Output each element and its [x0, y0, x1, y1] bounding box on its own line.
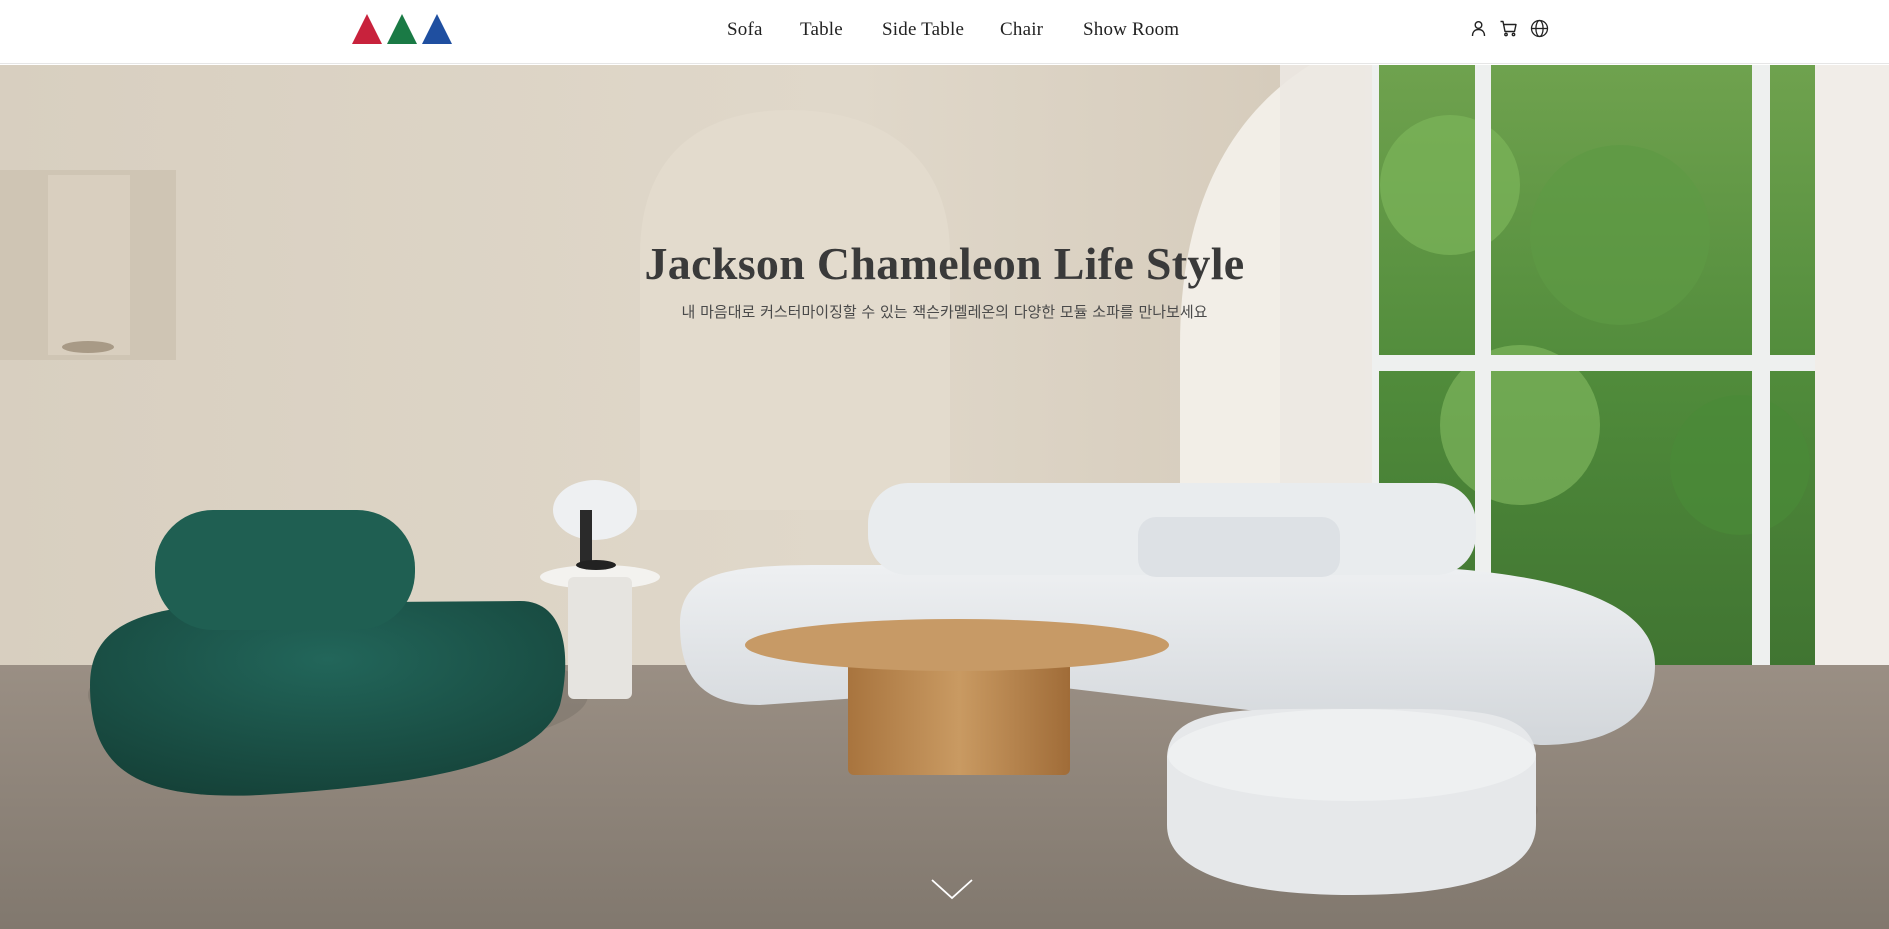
- globe-icon[interactable]: [1530, 19, 1549, 38]
- user-icon[interactable]: [1469, 19, 1488, 38]
- cart-icon[interactable]: [1499, 19, 1518, 38]
- nav-item-show-room[interactable]: Show Room: [1083, 19, 1179, 41]
- site-header: Sofa Table Side Table Chair Show Room: [0, 0, 1889, 64]
- chevron-down-icon[interactable]: [929, 875, 975, 903]
- nav-item-table[interactable]: Table: [800, 19, 843, 41]
- hero-title: Jackson Chameleon Life Style: [644, 238, 1245, 289]
- hero-subtitle: 내 마음대로 커스터마이징할 수 있는 잭슨카멜레온의 다양한 모듈 소파를 만…: [681, 303, 1208, 321]
- nav-item-side-table[interactable]: Side Table: [882, 19, 964, 41]
- logo-triangle-green: [387, 14, 417, 44]
- hero-section: Jackson Chameleon Life Style 내 마음대로 커스터마…: [0, 65, 1889, 929]
- nav-item-sofa[interactable]: Sofa: [727, 19, 763, 41]
- nav-item-chair[interactable]: Chair: [1000, 19, 1043, 41]
- logo-triangle-red: [352, 14, 382, 44]
- brand-logo[interactable]: [352, 14, 453, 44]
- hero-background-image: [0, 65, 1889, 929]
- logo-triangle-blue: [422, 14, 452, 44]
